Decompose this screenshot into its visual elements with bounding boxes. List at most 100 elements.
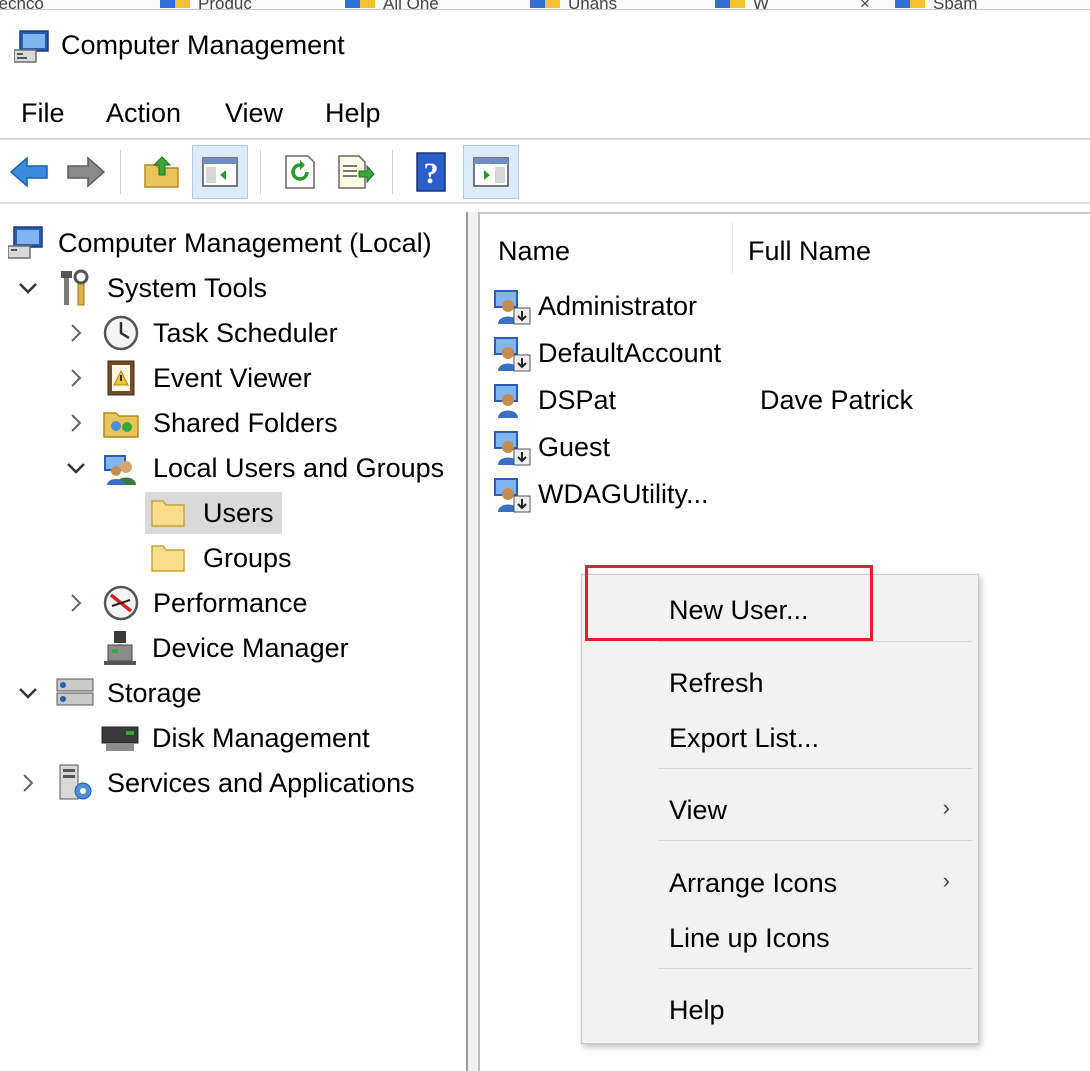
menu-item-new-user[interactable]: New User... — [582, 587, 978, 633]
taskbar-item[interactable]: Unans — [530, 0, 618, 10]
taskbar-item-label: Produc — [198, 0, 252, 10]
back-arrow-icon — [9, 156, 48, 188]
user-icon — [492, 427, 532, 467]
toolbar-separator — [392, 150, 393, 194]
menu-item-export-list[interactable]: Export List... — [582, 715, 978, 761]
menu-file[interactable]: File — [21, 98, 65, 129]
help-button[interactable]: ? — [403, 145, 459, 199]
tree-item-storage[interactable]: Storage — [15, 672, 208, 714]
chevron-right-icon[interactable] — [63, 320, 89, 346]
menu-item-label: Line up Icons — [669, 922, 830, 953]
menu-item-line-up-icons[interactable]: Line up Icons — [582, 915, 978, 961]
column-divider[interactable] — [732, 222, 733, 274]
computer-management-icon — [14, 30, 49, 63]
chevron-down-icon[interactable] — [15, 680, 41, 706]
tree-item-label: Disk Management — [152, 722, 370, 753]
column-header-full-name[interactable]: Full Name — [748, 236, 871, 267]
tree-item-task-scheduler[interactable]: Task Scheduler — [63, 312, 344, 354]
chevron-down-icon[interactable] — [15, 275, 41, 301]
tree-item-users[interactable]: Users — [145, 492, 282, 534]
tree-item-shared-folders[interactable]: Shared Folders — [63, 402, 344, 444]
menu-view[interactable]: View — [225, 98, 283, 129]
menu-item-view[interactable]: View › — [582, 787, 978, 833]
user-name: WDAGUtility... — [538, 478, 709, 509]
taskbar-item[interactable]: Tecnco — [0, 0, 44, 10]
user-name: DSPat — [538, 384, 617, 415]
submenu-arrow-icon: › — [942, 795, 950, 820]
menu-item-refresh[interactable]: Refresh — [582, 660, 978, 706]
column-header-name[interactable]: Name — [498, 236, 570, 267]
taskbar-close[interactable]: × — [860, 0, 870, 10]
tree-item-label: Services and Applications — [107, 767, 415, 798]
taskbar-item[interactable]: Produc — [160, 0, 252, 10]
forward-arrow-icon — [67, 156, 106, 188]
tree-item-system-tools[interactable]: System Tools — [15, 267, 273, 309]
tree-item-disk-management[interactable]: Disk Management — [100, 717, 376, 759]
chevron-right-icon[interactable] — [63, 590, 89, 616]
list-item[interactable]: Guest — [492, 425, 610, 469]
tree-item-performance[interactable]: Performance — [63, 582, 314, 624]
menu-item-arrange-icons[interactable]: Arrange Icons › — [582, 860, 978, 906]
toolbar: ? — [0, 142, 1090, 204]
app-tile-icon — [345, 0, 375, 8]
tree-item-event-viewer[interactable]: Event Viewer — [63, 357, 318, 399]
tree-item-services-and-applications[interactable]: Services and Applications — [15, 762, 421, 804]
refresh-button[interactable] — [272, 145, 328, 199]
tree-item-label: Shared Folders — [153, 407, 338, 438]
chevron-down-icon[interactable] — [63, 455, 89, 481]
back-button[interactable] — [1, 145, 57, 199]
taskbar-item[interactable]: Spam — [895, 0, 978, 10]
taskbar-item-label: Tecnco — [0, 0, 44, 10]
user-icon — [492, 380, 532, 420]
menu-item-label: Export List... — [669, 722, 820, 753]
tools-icon — [55, 269, 95, 307]
taskbar-item-label: W — [753, 0, 770, 10]
show-hide-console-tree-button[interactable] — [192, 145, 248, 199]
app-tile-icon — [715, 0, 745, 8]
menu-help[interactable]: Help — [325, 98, 381, 129]
event-log-icon — [101, 359, 141, 397]
list-item[interactable]: DSPat Dave Patrick — [492, 378, 913, 422]
collapse-chevron-icon[interactable] — [15, 488, 41, 514]
services-icon — [55, 764, 95, 802]
list-item[interactable]: DefaultAccount — [492, 331, 721, 375]
user-icon — [492, 286, 532, 326]
tree-item-label: Users — [191, 492, 282, 534]
menu-bar: File Action View Help — [0, 88, 1090, 140]
list-item[interactable]: Administrator — [492, 284, 697, 328]
toolbar-separator — [120, 150, 121, 194]
tree-item-local-users-and-groups[interactable]: Local Users and Groups — [63, 447, 450, 489]
chevron-right-icon[interactable] — [15, 770, 41, 796]
show-hide-action-pane-button[interactable] — [463, 145, 519, 199]
tree-item-label: Task Scheduler — [153, 317, 338, 348]
chevron-right-icon[interactable] — [63, 365, 89, 391]
up-one-level-button[interactable] — [134, 145, 190, 199]
taskbar-item-label: Unans — [568, 0, 618, 10]
window-title: Computer Management — [61, 30, 345, 60]
chevron-right-icon[interactable] — [63, 410, 89, 436]
disk-icon — [100, 719, 140, 757]
console-tree[interactable]: Computer Management (Local) System Tools… — [0, 212, 468, 1071]
tree-item-device-manager[interactable]: Device Manager — [100, 627, 355, 669]
submenu-arrow-icon: › — [942, 868, 950, 893]
menu-item-label: Help — [669, 994, 725, 1025]
taskbar-item[interactable]: W — [715, 0, 770, 10]
export-list-button[interactable] — [327, 145, 383, 199]
menu-item-help[interactable]: Help — [582, 987, 978, 1033]
refresh-icon — [285, 155, 315, 189]
help-icon: ? — [416, 152, 446, 192]
menu-action[interactable]: Action — [106, 98, 181, 129]
tree-item-computer-management[interactable]: Computer Management (Local) — [6, 222, 438, 264]
taskbar-item[interactable]: All One — [345, 0, 439, 9]
forward-button[interactable] — [58, 145, 114, 199]
tree-item-groups[interactable]: Groups — [145, 537, 298, 579]
clock-icon — [101, 314, 141, 352]
pane-splitter[interactable] — [468, 212, 480, 1071]
user-name: Administrator — [538, 290, 698, 321]
device-manager-icon — [100, 629, 140, 667]
list-item[interactable]: WDAGUtility... — [492, 472, 709, 516]
show-hide-console-tree-icon — [202, 157, 238, 187]
taskbar-item-label: Spam — [933, 0, 978, 10]
close-icon: × — [860, 0, 870, 10]
user-icon — [492, 333, 532, 373]
